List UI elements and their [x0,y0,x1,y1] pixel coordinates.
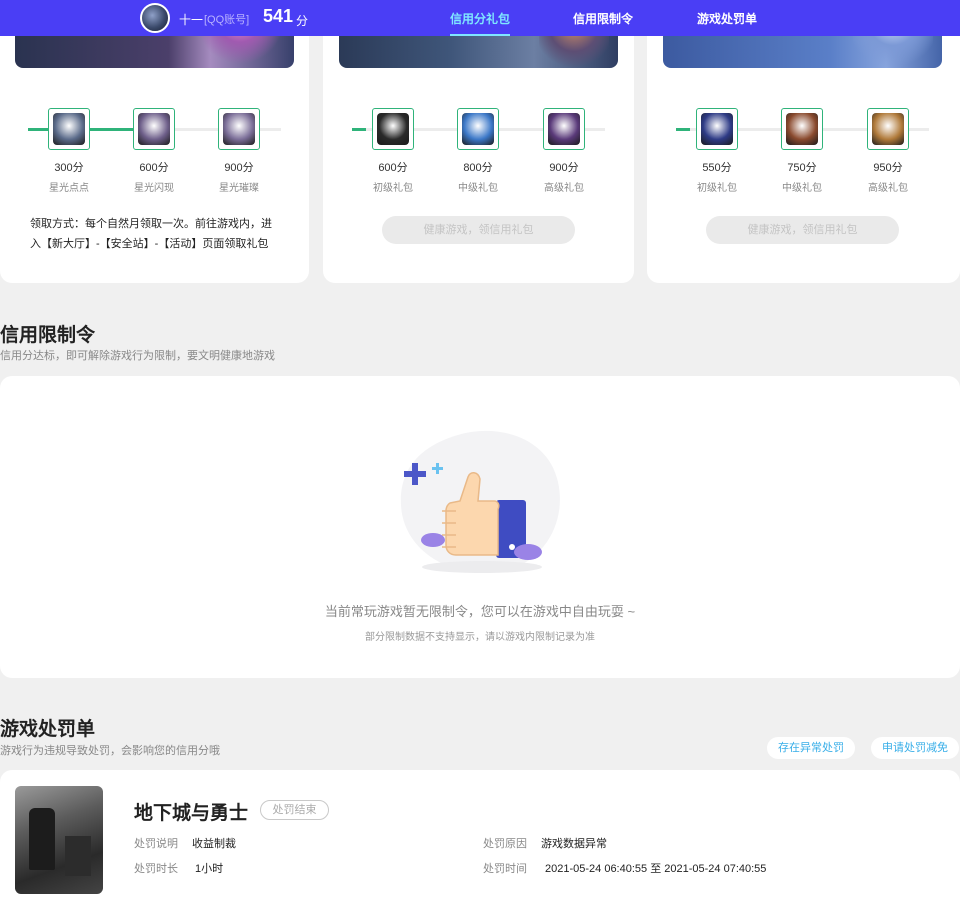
thumbs-up-illustration [400,430,560,574]
penalty-duration-label: 处罚时长 [134,863,178,875]
claim-gift-button[interactable]: 健康游戏，领信用礼包 [706,216,899,244]
account-type-label: [QQ账号] [204,14,250,26]
reward-icon [372,108,414,150]
reward-image [138,113,170,145]
request-penalty-reduction-button[interactable]: 申请处罚减免 [871,737,959,759]
tab-game-penalties[interactable]: 游戏处罚单 [697,10,757,27]
reward-item[interactable]: 600分 初级礼包 [363,108,423,194]
reward-name: 星光闪现 [134,183,174,194]
penalty-reason-label: 处罚原因 [483,838,527,850]
no-restrictions-message: 当前常玩游戏暂无限制令，您可以在游戏中自由玩耍 ~ [324,604,636,619]
reward-icon [543,108,585,150]
tab-credit-gifts[interactable]: 信用分礼包 [450,10,511,36]
restrictions-title: 信用限制令 [0,325,96,346]
username: 十一 [179,13,204,27]
penalty-time-value: 2021-05-24 06:40:55 至 2021-05-24 07:40:5… [545,863,767,875]
reward-name: 高级礼包 [544,183,584,194]
claim-instructions: 领取方式：每个自然月领取一次。前往游戏内，进入【新大厅】-【安全站】-【活动】页… [30,218,272,250]
reward-points: 550分 [702,162,732,174]
credit-score-unit: 分 [296,14,309,28]
restrictions-subtitle: 信用分达标，即可解除游戏行为限制，要文明健康地游戏 [0,350,275,362]
reward-item[interactable]: 950分 高级礼包 [858,108,918,194]
reward-icon [781,108,823,150]
avatar[interactable] [140,3,170,33]
report-abnormal-penalty-button[interactable]: 存在异常处罚 [767,737,855,759]
reward-image [701,113,733,145]
reward-points: 900分 [224,162,254,174]
reward-image [377,113,409,145]
reward-item[interactable]: 550分 初级礼包 [687,108,747,194]
reward-icon [696,108,738,150]
reward-icon [867,108,909,150]
game-thumbnail [15,786,103,894]
reward-name: 星光璀璨 [219,183,259,194]
reward-points: 800分 [463,162,493,174]
credit-score: 541 [263,6,294,26]
penalty-description-label: 处罚说明 [134,838,178,850]
reward-icon [457,108,499,150]
reward-points: 600分 [378,162,408,174]
penalties-subtitle: 游戏行为违规导致处罚，会影响您的信用分哦 [0,745,220,757]
reward-card-3: 550分 初级礼包 750分 中级礼包 950分 高级礼包 健康游戏，领信用礼包 [647,0,960,283]
top-nav-bar: 十一 [QQ账号] 541 分 信用分礼包 信用限制令 游戏处罚单 [0,0,960,36]
penalty-description-value: 收益制裁 [192,838,236,850]
reward-points: 300分 [54,162,84,174]
reward-image [786,113,818,145]
reward-image [223,113,255,145]
reward-icon [48,108,90,150]
penalty-time-label: 处罚时间 [483,863,527,875]
reward-item[interactable]: 800分 中级礼包 [448,108,508,194]
penalty-reason-value: 游戏数据异常 [541,838,607,850]
reward-points: 750分 [787,162,817,174]
reward-name: 中级礼包 [782,183,822,194]
reward-points: 600分 [139,162,169,174]
reward-image [462,113,494,145]
penalties-title: 游戏处罚单 [0,719,96,740]
reward-card-2: 600分 初级礼包 800分 中级礼包 900分 高级礼包 健康游戏，领信用礼包 [323,0,634,283]
reward-item[interactable]: 900分 高级礼包 [534,108,594,194]
penalty-duration-value: 1小时 [195,863,224,875]
reward-item[interactable]: 600分 星光闪现 [124,108,184,194]
reward-points: 950分 [873,162,903,174]
reward-name: 初级礼包 [373,183,413,194]
reward-name: 星光点点 [49,183,89,194]
reward-icon [133,108,175,150]
reward-card-1: 300分 星光点点 600分 星光闪现 900分 星光璀璨 领取方式：每个自然月… [0,0,309,283]
reward-image [548,113,580,145]
reward-points: 900分 [549,162,579,174]
reward-name: 中级礼包 [458,183,498,194]
tab-credit-restrictions[interactable]: 信用限制令 [573,10,633,27]
claim-gift-button[interactable]: 健康游戏，领信用礼包 [382,216,575,244]
reward-item[interactable]: 750分 中级礼包 [772,108,832,194]
reward-name: 初级礼包 [697,183,737,194]
game-name: 地下城与勇士 [134,803,249,824]
penalty-status-badge: 处罚结束 [260,800,329,820]
reward-icon [218,108,260,150]
reward-image [53,113,85,145]
restrictions-note: 部分限制数据不支持显示，请以游戏内限制记录为准 [365,632,595,643]
reward-image [872,113,904,145]
reward-item[interactable]: 300分 星光点点 [39,108,99,194]
reward-item[interactable]: 900分 星光璀璨 [209,108,269,194]
reward-name: 高级礼包 [868,183,908,194]
